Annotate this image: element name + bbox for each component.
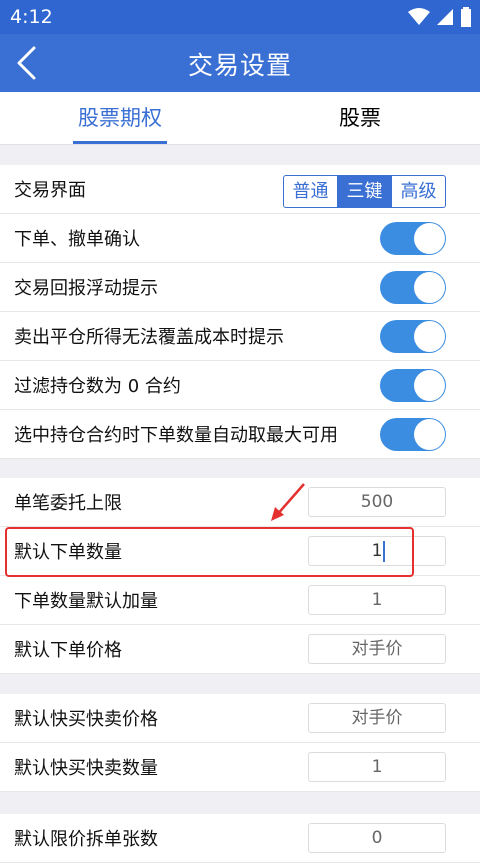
trade-ui-segmented-control: 普通 三键 高级 bbox=[283, 175, 446, 208]
quick-trade-section: 默认快买快卖价格 对手价 默认快买快卖数量 1 bbox=[0, 694, 480, 792]
tab-stock[interactable]: 股票 bbox=[240, 92, 480, 144]
tab-bar: 股票期权 股票 bbox=[0, 92, 480, 145]
cost-warning-label: 卖出平仓所得无法覆盖成本时提示 bbox=[14, 327, 284, 348]
order-confirm-toggle[interactable] bbox=[380, 222, 446, 255]
quick-price-label: 默认快买快卖价格 bbox=[14, 709, 158, 730]
qty-increment-label: 下单数量默认加量 bbox=[14, 591, 158, 612]
order-settings-section: 单笔委托上限 500 默认下单数量 1 下单数量默认加量 1 默认下单价格 对手… bbox=[0, 478, 480, 674]
float-notice-label: 交易回报浮动提示 bbox=[14, 278, 158, 299]
section-gap bbox=[0, 674, 480, 694]
filter-zero-label: 过滤持仓数为 0 合约 bbox=[14, 376, 181, 397]
app-bar: 交易设置 bbox=[0, 34, 480, 92]
quick-price-row: 默认快买快卖价格 对手价 bbox=[0, 694, 480, 743]
text-caret bbox=[383, 541, 385, 562]
cost-warning-toggle[interactable] bbox=[380, 320, 446, 353]
filter-zero-toggle[interactable] bbox=[380, 369, 446, 402]
default-qty-label: 默认下单数量 bbox=[14, 542, 122, 563]
toggle-row-filter-zero: 过滤持仓数为 0 合约 bbox=[0, 361, 480, 410]
auto-max-label: 选中持仓合约时下单数量自动取最大可用 bbox=[14, 425, 338, 446]
default-qty-value: 1 bbox=[371, 541, 383, 561]
toggle-row-auto-max: 选中持仓合约时下单数量自动取最大可用 bbox=[0, 410, 480, 459]
trade-ui-option-advanced[interactable]: 高级 bbox=[391, 176, 445, 207]
toggle-knob bbox=[414, 419, 445, 450]
default-price-row: 默认下单价格 对手价 bbox=[0, 625, 480, 674]
toggle-knob bbox=[414, 370, 445, 401]
display-settings-section: 交易界面 普通 三键 高级 下单、撤单确认 交易回报浮动提示 卖出平仓所得无法覆… bbox=[0, 165, 480, 459]
trade-ui-option-normal[interactable]: 普通 bbox=[284, 176, 337, 207]
toggle-row-order-confirm: 下单、撤单确认 bbox=[0, 214, 480, 263]
page-title: 交易设置 bbox=[187, 51, 292, 80]
status-icons bbox=[408, 7, 472, 27]
battery-icon bbox=[461, 7, 471, 27]
split-qty-input[interactable]: 0 bbox=[308, 823, 446, 853]
quick-qty-label: 默认快买快卖数量 bbox=[14, 758, 158, 779]
trade-ui-label: 交易界面 bbox=[14, 180, 86, 201]
order-limit-label: 单笔委托上限 bbox=[14, 493, 122, 514]
section-gap bbox=[0, 145, 480, 165]
status-time: 4:12 bbox=[10, 6, 53, 28]
section-gap bbox=[0, 792, 480, 814]
qty-increment-input[interactable]: 1 bbox=[308, 585, 446, 615]
split-qty-label: 默认限价拆单张数 bbox=[14, 829, 158, 850]
tab-stock-options[interactable]: 股票期权 bbox=[0, 92, 240, 144]
toggle-knob bbox=[414, 321, 445, 352]
wifi-icon bbox=[408, 8, 430, 25]
default-qty-row: 默认下单数量 1 bbox=[0, 527, 480, 576]
toggle-knob bbox=[414, 223, 445, 254]
quick-qty-input[interactable]: 1 bbox=[308, 752, 446, 782]
split-order-section: 默认限价拆单张数 0 bbox=[0, 814, 480, 863]
default-qty-input[interactable]: 1 bbox=[308, 536, 446, 566]
toggle-knob bbox=[414, 272, 445, 303]
toggle-row-cost-warning: 卖出平仓所得无法覆盖成本时提示 bbox=[0, 312, 480, 361]
toggle-row-float-notice: 交易回报浮动提示 bbox=[0, 263, 480, 312]
order-confirm-label: 下单、撤单确认 bbox=[14, 229, 140, 250]
status-bar: 4:12 bbox=[0, 0, 480, 34]
signal-icon bbox=[437, 9, 453, 25]
quick-qty-row: 默认快买快卖数量 1 bbox=[0, 743, 480, 792]
default-price-label: 默认下单价格 bbox=[14, 640, 122, 661]
quick-price-select[interactable]: 对手价 bbox=[308, 703, 446, 733]
order-limit-row: 单笔委托上限 500 bbox=[0, 478, 480, 527]
float-notice-toggle[interactable] bbox=[380, 271, 446, 304]
split-qty-row: 默认限价拆单张数 0 bbox=[0, 814, 480, 863]
trade-ui-row: 交易界面 普通 三键 高级 bbox=[0, 165, 480, 214]
qty-increment-row: 下单数量默认加量 1 bbox=[0, 576, 480, 625]
order-limit-input[interactable]: 500 bbox=[308, 487, 446, 517]
default-price-select[interactable]: 对手价 bbox=[308, 634, 446, 664]
section-gap bbox=[0, 459, 480, 478]
auto-max-toggle[interactable] bbox=[380, 418, 446, 451]
trade-ui-option-three-key[interactable]: 三键 bbox=[337, 176, 391, 207]
